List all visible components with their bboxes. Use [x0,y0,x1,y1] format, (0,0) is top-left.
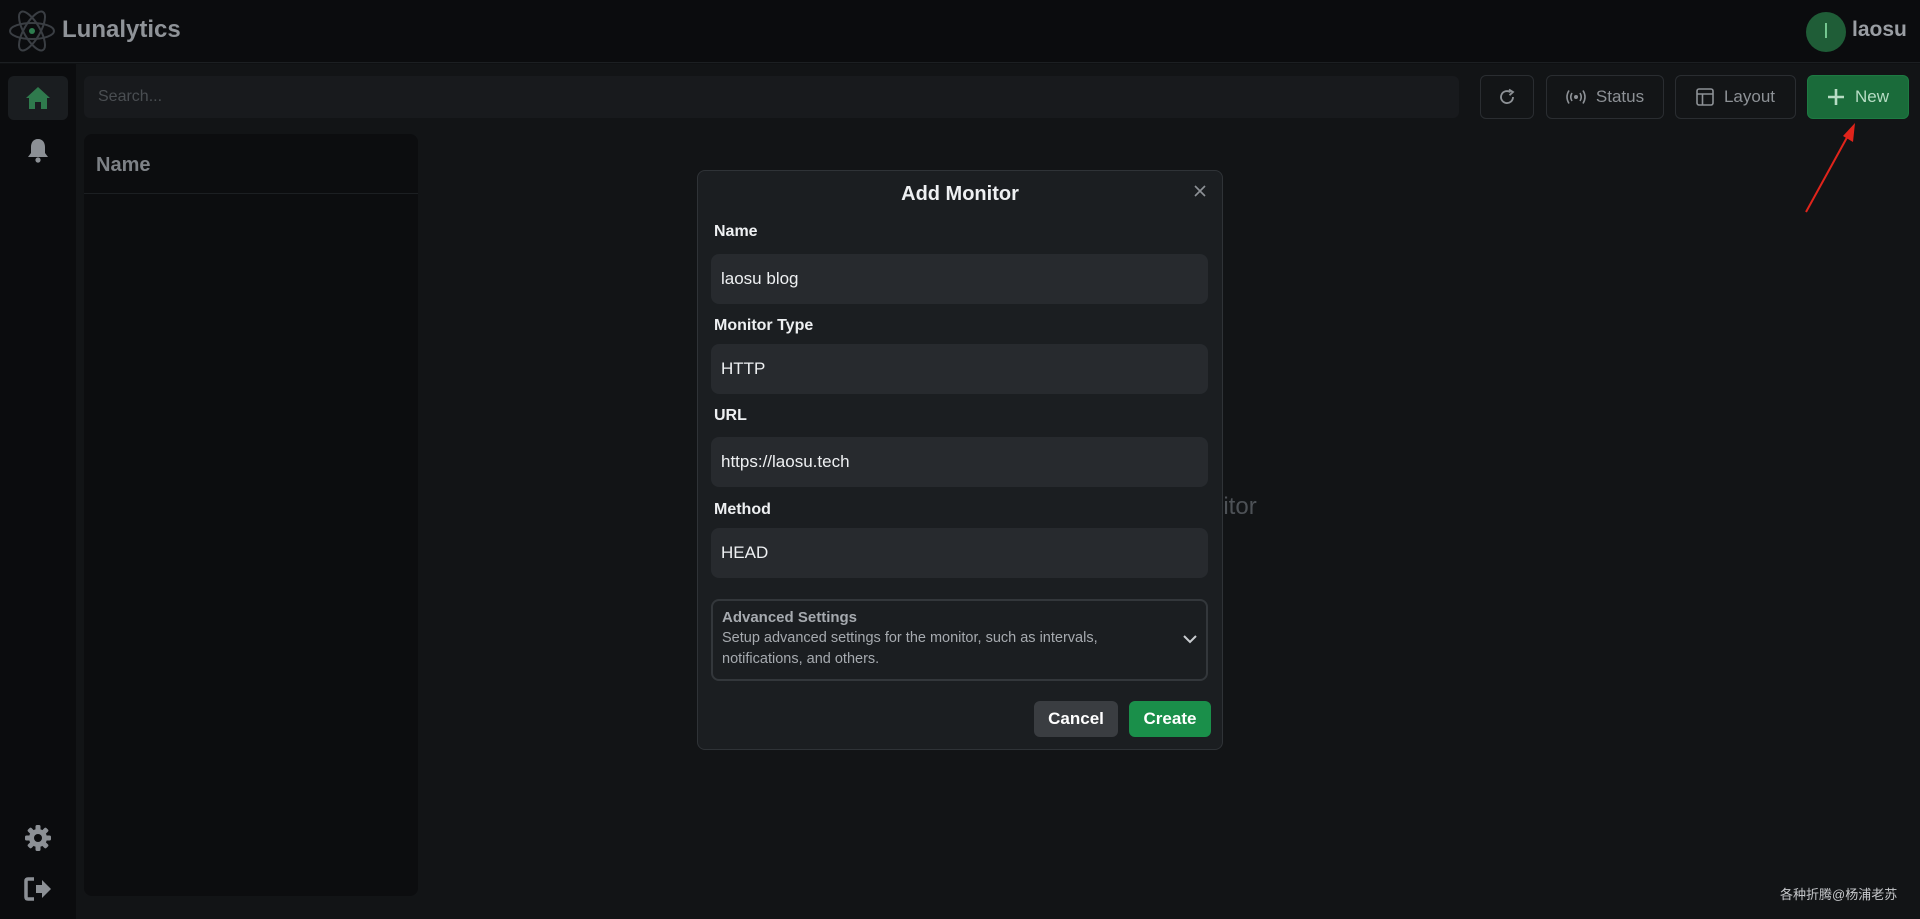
dialog-title: Add Monitor [901,183,1019,205]
sidebar-item-notifications[interactable] [8,128,68,172]
chevron-down-icon [1183,635,1197,644]
sidebar [0,64,76,919]
advanced-settings-title: Advanced Settings [722,609,858,626]
url-field[interactable]: https://laosu.tech [711,437,1208,487]
name-label: Name [714,223,758,240]
add-monitor-dialog: Add Monitor Name laosu blog Monitor Type… [697,170,1223,750]
list-header-name: Name [84,134,418,194]
sidebar-item-home[interactable] [8,76,68,120]
monitor-list: Name [84,134,418,896]
status-label: Status [1595,87,1645,106]
watermark-text: 各种折腾@杨浦老苏 [1780,887,1898,902]
annotation-arrow-icon [1805,123,1855,213]
url-value: https://laosu.tech [721,452,850,471]
layout-label: Layout [1723,87,1776,106]
search-input[interactable] [84,76,1459,118]
bell-icon [28,139,48,163]
username[interactable]: laosu [1852,18,1907,42]
home-icon [26,87,50,109]
atom-logo-icon [9,10,55,52]
new-button[interactable]: New [1807,75,1909,119]
monitor-type-select[interactable]: HTTP [711,344,1208,394]
monitor-type-value: HTTP [721,359,766,378]
sidebar-item-logout[interactable] [8,867,68,911]
cancel-button[interactable]: Cancel [1034,701,1118,737]
method-value: HEAD [721,543,769,562]
plus-icon [1827,89,1844,105]
url-label: URL [714,407,747,424]
advanced-settings-description: Setup advanced settings for the monitor,… [722,630,1098,667]
layout-button[interactable]: Layout [1675,75,1796,119]
name-field[interactable]: laosu blog [711,254,1208,304]
method-label: Method [714,501,771,518]
advanced-settings-toggle[interactable]: Advanced Settings Setup advanced setting… [711,599,1208,681]
app-title: Lunalytics [62,16,181,43]
close-icon[interactable] [1190,181,1210,201]
name-value: laosu blog [721,269,799,288]
avatar[interactable]: l [1806,12,1846,52]
refresh-icon [1500,88,1515,104]
sidebar-item-settings[interactable] [8,816,68,860]
monitor-type-label: Monitor Type [714,317,814,334]
top-bar: Lunalytics l laosu [0,0,1920,63]
status-button[interactable]: Status [1546,75,1664,119]
create-button[interactable]: Create [1129,701,1211,737]
broadcast-icon [1566,90,1586,104]
new-label: New [1854,87,1889,106]
method-select[interactable]: HEAD [711,528,1208,578]
layout-icon [1696,88,1714,106]
gear-icon [25,825,51,851]
refresh-button[interactable] [1480,75,1534,119]
logout-icon [24,877,51,901]
